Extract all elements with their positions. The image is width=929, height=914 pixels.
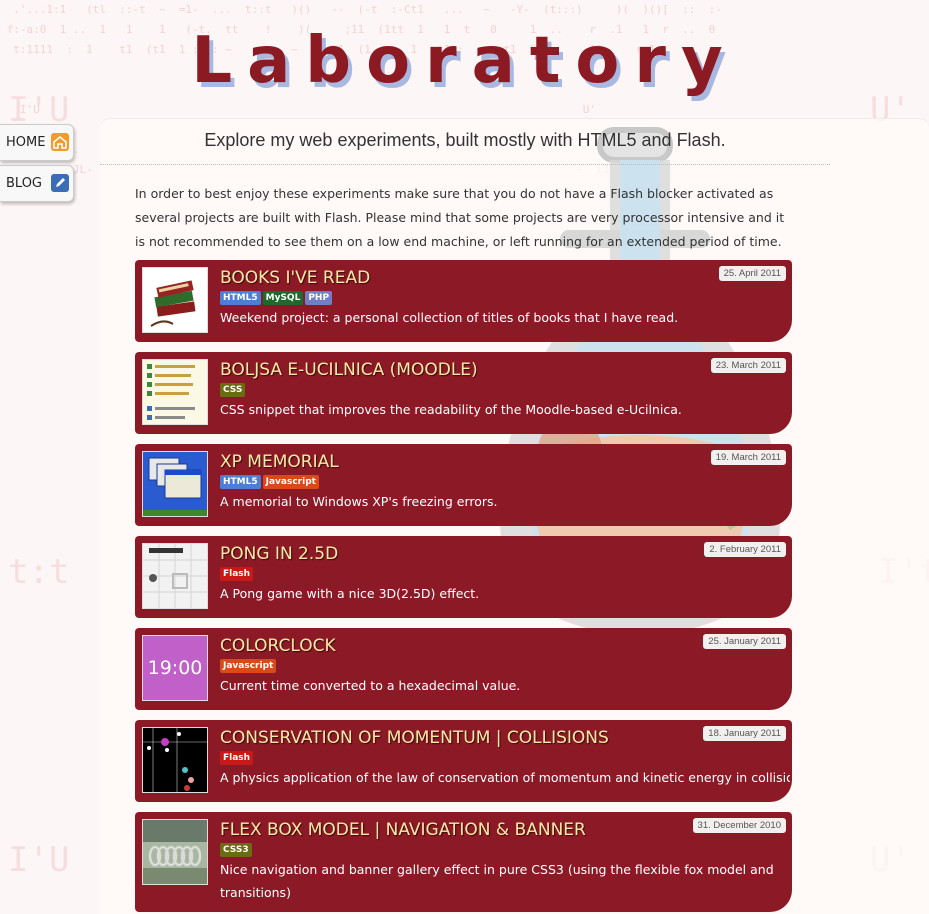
intro-paragraph: In order to best enjoy these experiments… — [135, 186, 785, 249]
collisions-thumbnail — [142, 727, 208, 793]
project-title[interactable]: XP MEMORIAL — [220, 452, 339, 472]
project-date: 23. March 2011 — [710, 358, 786, 373]
divider — [100, 164, 830, 165]
tag-html5: HTML5 — [220, 475, 261, 489]
project-description: Nice navigation and banner gallery effec… — [220, 862, 774, 900]
project-description: A physics application of the law of cons… — [220, 770, 790, 785]
nav-blog-label: BLOG — [6, 176, 43, 191]
tag-list: Flash — [220, 751, 254, 765]
bg-glyph: t:t — [8, 552, 70, 592]
tag-mysql: MySQL — [262, 291, 304, 305]
project-date: 19. March 2011 — [710, 450, 786, 465]
home-icon — [51, 133, 69, 151]
project-card[interactable]: XP MEMORIAL HTML5 Javascript A memorial … — [135, 444, 792, 526]
project-date: 18. January 2011 — [703, 726, 786, 741]
xp-thumbnail — [142, 451, 208, 517]
colorclock-thumbnail: 19:00 — [142, 635, 208, 701]
tag-list: HTML5 Javascript — [220, 475, 319, 489]
project-title[interactable]: CONSERVATION OF MOMENTUM | COLLISIONS — [220, 728, 609, 748]
project-card[interactable]: CONSERVATION OF MOMENTUM | COLLISIONS Fl… — [135, 720, 792, 802]
nav-home[interactable]: HOME — [0, 124, 74, 161]
nav-home-label: HOME — [6, 135, 46, 150]
tag-list: CSS3 — [220, 843, 252, 857]
clock-time: 19:00 — [147, 657, 203, 679]
moodle-thumbnail — [142, 359, 208, 425]
project-description: Weekend project: a personal collection o… — [220, 310, 679, 325]
tag-flash: Flash — [220, 567, 254, 581]
project-description: A memorial to Windows XP's freezing erro… — [220, 494, 498, 509]
flexbox-thumbnail — [142, 819, 208, 885]
tag-css3: CSS3 — [220, 843, 252, 857]
tag-flash: Flash — [220, 751, 254, 765]
project-card[interactable]: PONG IN 2.5D Flash A Pong game with a ni… — [135, 536, 792, 618]
project-title[interactable]: BOOKS I'VE READ — [220, 268, 370, 288]
bg-glyph: I'U — [8, 840, 70, 880]
project-description: Current time converted to a hexadecimal … — [220, 678, 521, 693]
tag-list: Flash — [220, 567, 254, 581]
project-card[interactable]: FLEX BOX MODEL | NAVIGATION & BANNER CSS… — [135, 812, 792, 912]
blog-icon — [51, 174, 69, 192]
project-card[interactable]: 19:00 COLORCLOCK Javascript Current time… — [135, 628, 792, 710]
pong-thumbnail — [142, 543, 208, 609]
tag-list: Javascript — [220, 659, 277, 673]
project-title[interactable]: FLEX BOX MODEL | NAVIGATION & BANNER — [220, 820, 586, 840]
tag-javascript: Javascript — [220, 659, 277, 673]
project-title[interactable]: PONG IN 2.5D — [220, 544, 338, 564]
tag-list: CSS — [220, 383, 246, 397]
tag-javascript: Javascript — [262, 475, 319, 489]
project-title[interactable]: COLORCLOCK — [220, 636, 336, 656]
nav-blog[interactable]: BLOG — [0, 165, 74, 202]
project-title[interactable]: BOLJSA E-UCILNICA (MOODLE) — [220, 360, 478, 380]
tag-css: CSS — [220, 383, 246, 397]
project-date: 2. February 2011 — [704, 542, 786, 557]
page-tagline: Explore my web experiments, built mostly… — [204, 130, 726, 150]
project-description: CSS snippet that improves the readabilit… — [220, 402, 682, 417]
project-date: 25. January 2011 — [703, 634, 786, 649]
project-date: 25. April 2011 — [718, 266, 786, 281]
books-thumbnail — [142, 267, 208, 333]
site-title: Laboratory — [191, 24, 738, 98]
project-description: A Pong game with a nice 3D(2.5D) effect. — [220, 586, 480, 601]
tag-list: HTML5 MySQL PHP — [220, 291, 333, 305]
tag-php: PHP — [305, 291, 333, 305]
project-card[interactable]: BOLJSA E-UCILNICA (MOODLE) CSS CSS snipp… — [135, 352, 792, 434]
site-header: Laboratory — [0, 0, 929, 118]
project-card[interactable]: BOOKS I'VE READ HTML5 MySQL PHP Weekend … — [135, 260, 792, 342]
project-date: 31. December 2010 — [692, 818, 786, 833]
tag-html5: HTML5 — [220, 291, 261, 305]
